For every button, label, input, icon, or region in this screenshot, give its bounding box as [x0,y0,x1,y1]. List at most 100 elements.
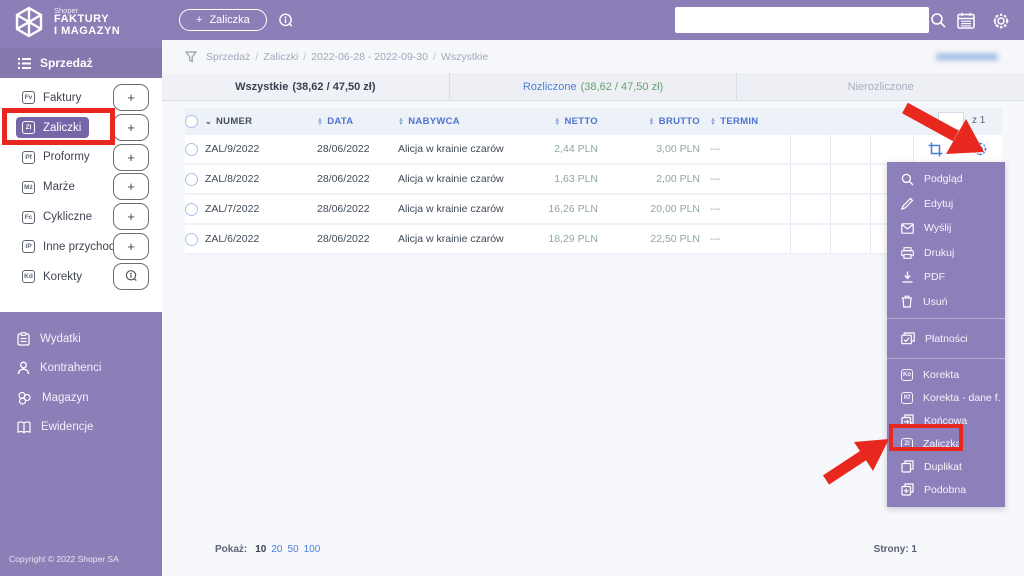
sidebar-item-marze[interactable]: Mż Marże + [0,172,162,202]
envelope-icon [901,223,914,234]
crumb-wszystkie[interactable]: Wszystkie [441,51,488,63]
add-faktura-button[interactable]: + [113,84,149,111]
annotation-box-menu-zaliczka [889,424,963,451]
calendar-icon[interactable] [957,12,975,29]
menu-item-platnosci[interactable]: Płatności [887,323,1005,354]
sidebar-item-korekty[interactable]: Kd Korekty [0,262,162,292]
sort-icon: ▲▼ [710,118,716,126]
logo-text-line2: I MAGAZYN [54,26,120,38]
crumb-date-range[interactable]: 2022-06-28 - 2022-09-30 [311,51,428,63]
show-label: Pokaż: [215,544,247,555]
cell-termin: --- [700,165,790,193]
menu-item-podobna[interactable]: Podobna [887,478,1005,501]
annotation-box-sidebar-zaliczki [2,108,115,145]
page-size-20[interactable]: 20 [271,544,282,555]
page-size-10[interactable]: 10 [255,544,266,555]
magazyn-icon [17,391,32,405]
pencil-icon [901,197,914,210]
page-size-100[interactable]: 100 [304,544,321,555]
inne-przychody-icon: iP [22,240,35,253]
cell-nabywca: Alicja w krainie czarów [398,195,548,223]
sort-icon: ▲▼ [398,118,404,126]
row-checkbox[interactable] [185,233,198,246]
columns-crop-icon[interactable] [928,142,943,157]
new-zaliczka-button[interactable]: + Zaliczka [179,9,267,31]
menu-item-wyslij[interactable]: Wyślij [887,216,1005,241]
menu-item-korekta[interactable]: Ko Korekta [887,363,1005,386]
cell-data: 28/06/2022 [317,225,398,253]
sidebar-item-wydatki[interactable]: Wydatki [0,324,162,354]
settings-gear-icon[interactable] [992,12,1010,30]
breadcrumb: Sprzedaż / Zaliczki / 2022-06-28 - 2022-… [162,40,1024,73]
kontrahenci-icon [17,361,30,375]
column-header-netto[interactable]: ▲▼NETTO [548,108,598,135]
search-icon[interactable] [930,12,947,29]
column-header-numer[interactable]: ⌄NUMER [205,108,317,135]
printer-icon [901,247,914,259]
user-email-blurred[interactable] [936,49,1004,60]
cell-brutto: 3,00 PLN [598,135,700,163]
menu-item-usun[interactable]: Usuń [887,290,1005,315]
crumb-zaliczki[interactable]: Zaliczki [263,51,298,63]
tab-nierozliczone[interactable]: Nierozliczone [737,73,1024,100]
cell-brutto: 2,00 PLN [598,165,700,193]
add-cykliczna-button[interactable]: + [113,203,149,230]
sidebar-item-proformy[interactable]: Pf Proformy + [0,143,162,173]
cykliczne-icon: Fc [22,211,35,224]
korekty-info-button[interactable] [113,263,149,290]
search-input[interactable] [675,7,929,33]
add-zaliczka-button[interactable]: + [113,114,149,141]
sidebar-item-kontrahenci[interactable]: Kontrahenci [0,354,162,384]
row-checkbox[interactable] [185,203,198,216]
column-header-brutto[interactable]: ▲▼BRUTTO [598,108,700,135]
table-row[interactable]: ZAL/9/2022 28/06/2022 Alicja w krainie c… [185,135,1002,165]
menu-item-pdf[interactable]: PDF [887,265,1005,290]
tab-wszystkie[interactable]: Wszystkie (38,62 / 47,50 zł) [162,73,450,100]
page-number-input[interactable] [938,112,964,130]
add-inny-przychod-button[interactable]: + [113,233,149,260]
column-header-data[interactable]: ▲▼DATA [317,108,398,135]
sidebar-section-sprzedaz[interactable]: Sprzedaż [0,48,162,78]
download-icon [901,271,914,283]
proformy-icon: Pf [22,151,35,164]
sidebar: Shoper FAKTURY I MAGAZYN Sprzedaż Fv Fak… [0,0,162,576]
sidebar-item-magazyn[interactable]: Magazyn [0,383,162,413]
app-logo[interactable]: Shoper FAKTURY I MAGAZYN [0,0,162,44]
menu-item-drukuj[interactable]: Drukuj [887,241,1005,266]
page-size-50[interactable]: 50 [287,544,298,555]
sidebar-item-cykliczne[interactable]: Fc Cykliczne + [0,202,162,232]
sidebar-section-label: Sprzedaż [40,56,93,70]
row-actions-gear-icon[interactable] [972,141,988,157]
korekta-icon: Ko [901,369,913,381]
menu-item-duplikat[interactable]: Duplikat [887,455,1005,478]
table-row[interactable]: ZAL/8/2022 28/06/2022 Alicja w krainie c… [185,165,1002,195]
help-icon[interactable] [277,12,294,29]
row-checkbox[interactable] [185,173,198,186]
tab-rozliczone[interactable]: Rozliczone (38,62 / 47,50 zł) [450,73,738,100]
cell-data: 28/06/2022 [317,165,398,193]
add-proforma-button[interactable]: + [113,144,149,171]
table-row[interactable]: ZAL/7/2022 28/06/2022 Alicja w krainie c… [185,195,1002,225]
cell-numer: ZAL/7/2022 [205,195,317,223]
add-marza-button[interactable]: + [113,173,149,200]
menu-item-podglad[interactable]: Podgląd [887,167,1005,192]
column-header-termin[interactable]: ▲▼TERMIN [700,108,790,135]
invoices-table: ⌄NUMER ▲▼DATA ▲▼NABYWCA ▲▼NETTO ▲▼BRUTTO… [185,108,1002,255]
sidebar-item-inne-przychody[interactable]: iP Inne przychody + [0,232,162,262]
menu-item-edytuj[interactable]: Edytuj [887,192,1005,217]
sort-icon: ▲▼ [317,118,323,126]
column-header-nabywca[interactable]: ▲▼NABYWCA [398,108,548,135]
cell-numer: ZAL/9/2022 [205,135,317,163]
filter-funnel-icon[interactable] [185,51,197,63]
sidebar-item-ewidencje[interactable]: Ewidencje [0,413,162,443]
table-row[interactable]: ZAL/6/2022 28/06/2022 Alicja w krainie c… [185,225,1002,255]
crumb-sprzedaz[interactable]: Sprzedaż [206,51,250,63]
select-all-checkbox[interactable] [185,115,198,128]
menu-item-korekta-dane[interactable]: Kf Korekta - dane f. [887,386,1005,409]
marze-icon: Mż [22,181,35,194]
row-checkbox[interactable] [185,143,198,156]
cell-netto: 1,63 PLN [548,165,598,193]
cell-numer: ZAL/6/2022 [205,225,317,253]
page-of-label: z 1 [972,115,985,126]
logo-text-small: Shoper [54,7,120,15]
